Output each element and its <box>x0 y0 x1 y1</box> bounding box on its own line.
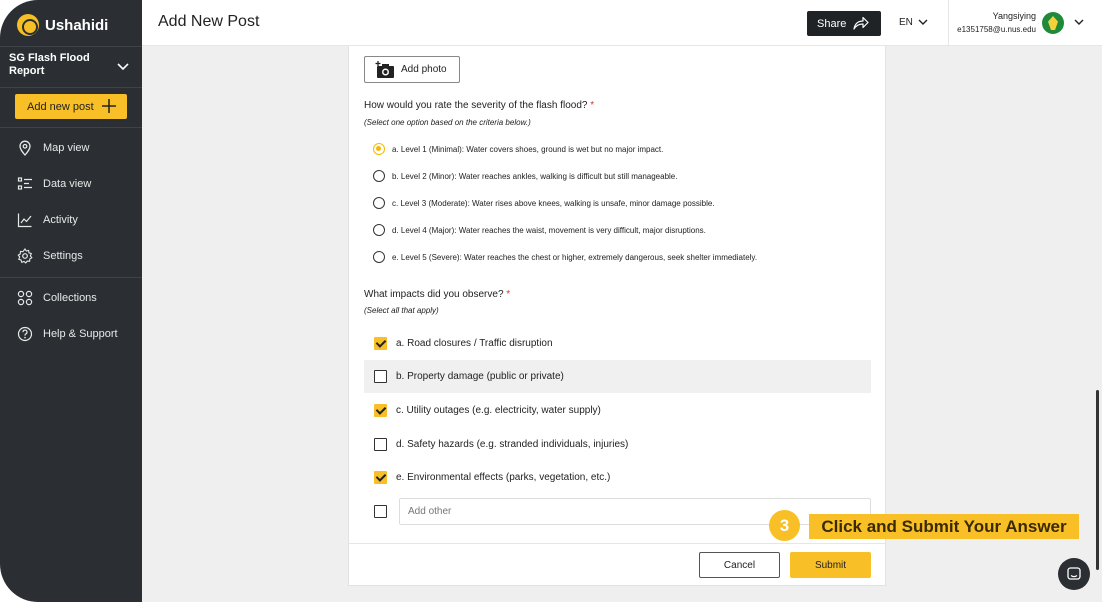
checkbox-checked[interactable] <box>374 337 387 350</box>
impact-option-road-closures[interactable]: a. Road closures / Traffic disruption <box>364 327 871 360</box>
user-email: e1351758@u.nus.edu <box>957 25 1036 34</box>
checkbox-label: e. Environmental effects (parks, vegetat… <box>396 472 611 483</box>
submit-button[interactable]: Submit <box>790 552 871 578</box>
checkbox-checked[interactable] <box>374 404 387 417</box>
avatar[interactable] <box>1042 12 1064 34</box>
checkbox-checked[interactable] <box>374 471 387 484</box>
impact-option-other[interactable] <box>364 495 394 528</box>
radio-button[interactable] <box>373 251 385 263</box>
top-bar: Add New Post Share EN Yangsiying e135175… <box>142 0 1102 46</box>
checkbox[interactable] <box>374 438 387 451</box>
severity-question: How would you rate the severity of the f… <box>364 100 594 111</box>
radio-label: b. Level 2 (Minor): Water reaches ankles… <box>392 171 678 181</box>
chevron-down-icon[interactable] <box>917 16 929 28</box>
impacts-hint: (Select all that apply) <box>364 306 439 315</box>
checkbox[interactable] <box>374 370 387 383</box>
add-other-input[interactable] <box>399 498 871 525</box>
severity-hint: (Select one option based on the criteria… <box>364 118 531 127</box>
brand[interactable]: Ushahidi <box>17 13 108 37</box>
divider <box>0 277 142 278</box>
checkbox-label: c. Utility outages (e.g. electricity, wa… <box>396 405 601 416</box>
share-arrow-icon <box>853 16 869 30</box>
sidebar-item-label: Help & Support <box>43 328 118 340</box>
chat-icon <box>1067 567 1081 580</box>
required-mark: * <box>506 289 511 300</box>
add-new-post-button[interactable]: Add new post <box>15 94 127 119</box>
radio-button-selected[interactable] <box>373 143 385 155</box>
help-icon <box>17 326 33 342</box>
deployment-title: SG Flash Flood Report <box>9 52 90 77</box>
share-button[interactable]: Share <box>807 11 881 36</box>
radio-label: d. Level 4 (Major): Water reaches the wa… <box>392 225 706 235</box>
page-title: Add New Post <box>158 13 260 30</box>
sidebar-item-settings[interactable]: Settings <box>0 238 142 274</box>
add-photo-label: Add photo <box>401 64 447 75</box>
map-pin-icon <box>19 140 31 156</box>
cancel-button[interactable]: Cancel <box>699 552 780 578</box>
sidebar-item-collections[interactable]: Collections <box>0 280 142 316</box>
severity-question-text: How would you rate the severity of the f… <box>364 100 588 111</box>
list-icon <box>17 177 32 190</box>
chat-button[interactable] <box>1058 558 1090 590</box>
severity-option-4[interactable]: d. Level 4 (Major): Water reaches the wa… <box>373 220 706 240</box>
collections-icon <box>17 290 33 306</box>
radio-button[interactable] <box>373 224 385 236</box>
sidebar-item-label: Collections <box>43 292 97 304</box>
radio-label: c. Level 3 (Moderate): Water rises above… <box>392 198 715 208</box>
required-mark: * <box>590 100 595 111</box>
step-instruction: Click and Submit Your Answer <box>809 514 1079 539</box>
chevron-down-icon[interactable] <box>1073 16 1085 28</box>
severity-option-2[interactable]: b. Level 2 (Minor): Water reaches ankles… <box>373 166 677 186</box>
chevron-down-icon <box>117 63 129 71</box>
sidebar-item-label: Settings <box>43 250 83 262</box>
divider <box>0 127 142 128</box>
app-window: Ushahidi SG Flash Flood Report Add new p… <box>0 0 1102 602</box>
impact-option-environmental-effects[interactable]: e. Environmental effects (parks, vegetat… <box>364 461 871 494</box>
checkbox-label: a. Road closures / Traffic disruption <box>396 338 553 349</box>
radio-button[interactable] <box>373 170 385 182</box>
divider <box>948 0 949 46</box>
sidebar-item-map-view[interactable]: Map view <box>0 130 142 166</box>
brand-name: Ushahidi <box>45 16 109 34</box>
step-number-badge: 3 <box>769 510 800 541</box>
severity-option-1[interactable]: a. Level 1 (Minimal): Water covers shoes… <box>373 139 663 159</box>
checkbox-label: b. Property damage (public or private) <box>396 371 564 382</box>
checkbox-label: d. Safety hazards (e.g. stranded individ… <box>396 439 629 450</box>
user-name: Yangsiying <box>992 11 1036 21</box>
plus-icon <box>102 99 116 113</box>
severity-option-5[interactable]: e. Level 5 (Severe): Water reaches the c… <box>373 247 757 267</box>
sidebar-item-help-support[interactable]: Help & Support <box>0 316 142 352</box>
sidebar-item-activity[interactable]: Activity <box>0 202 142 238</box>
share-label: Share <box>817 17 847 30</box>
gear-icon <box>17 248 33 264</box>
impact-option-utility-outages[interactable]: c. Utility outages (e.g. electricity, wa… <box>364 394 871 427</box>
camera-add-icon <box>375 61 394 78</box>
language-selector[interactable]: EN <box>899 17 913 28</box>
sidebar-item-label: Map view <box>43 142 90 154</box>
scrollbar[interactable] <box>1096 390 1099 570</box>
radio-button[interactable] <box>373 197 385 209</box>
ushahidi-logo-icon <box>17 14 39 36</box>
impacts-question-text: What impacts did you observe? <box>364 289 504 300</box>
impact-option-property-damage[interactable]: b. Property damage (public or private) <box>364 360 871 393</box>
impact-option-safety-hazards[interactable]: d. Safety hazards (e.g. stranded individ… <box>364 428 871 461</box>
impacts-question: What impacts did you observe? * <box>364 289 510 300</box>
activity-icon <box>17 213 32 228</box>
checkbox[interactable] <box>374 505 387 518</box>
sidebar: Ushahidi SG Flash Flood Report Add new p… <box>0 0 142 602</box>
radio-label: a. Level 1 (Minimal): Water covers shoes… <box>392 144 664 154</box>
sidebar-item-label: Data view <box>43 178 92 190</box>
divider <box>349 543 885 544</box>
sidebar-item-label: Activity <box>43 214 78 226</box>
add-new-post-label: Add new post <box>27 100 94 113</box>
deployment-selector[interactable]: SG Flash Flood Report <box>0 46 142 88</box>
post-form: Add photo How would you rate the severit… <box>348 46 886 586</box>
severity-option-3[interactable]: c. Level 3 (Moderate): Water rises above… <box>373 193 715 213</box>
add-photo-button[interactable]: Add photo <box>364 56 460 83</box>
radio-label: e. Level 5 (Severe): Water reaches the c… <box>392 252 758 262</box>
sidebar-item-data-view[interactable]: Data view <box>0 166 142 202</box>
